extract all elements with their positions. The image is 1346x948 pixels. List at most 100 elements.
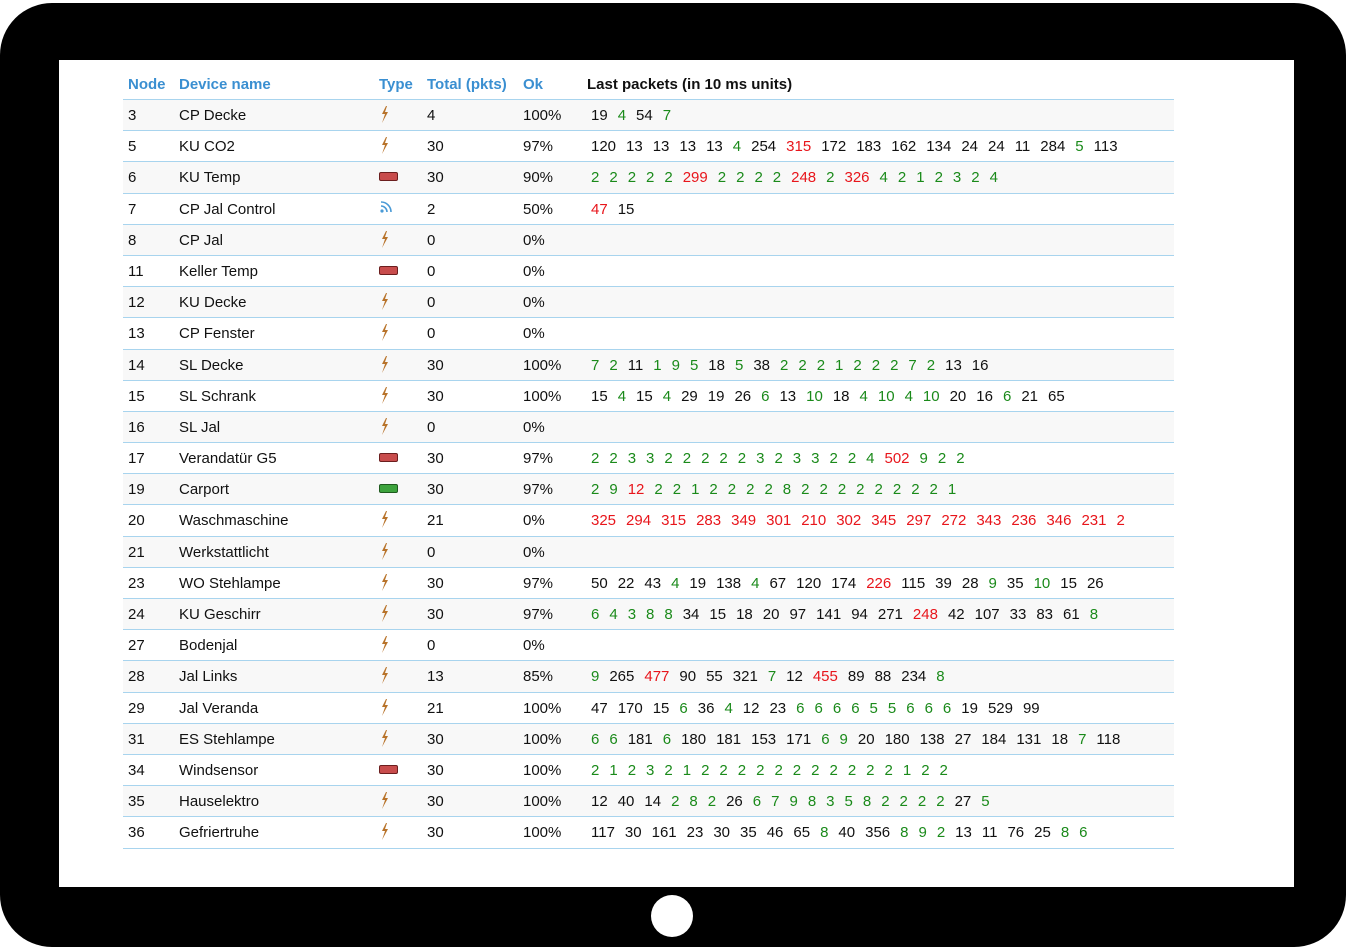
device-name-cell: Jal Links (179, 668, 238, 686)
packet-value: 9 (671, 356, 680, 374)
packet-value: 4 (724, 699, 733, 717)
packet-value: 4 (662, 387, 672, 405)
header-type[interactable]: Type (379, 76, 413, 93)
table-row[interactable]: 28 Jal Links 13 85% 9 265 477 90 55 321 7 12 455 89 88… (123, 661, 1174, 693)
total-cell: 0 (427, 325, 436, 343)
ok-cell: 100% (523, 699, 562, 717)
packet-value: 321 (732, 668, 758, 686)
device-name-cell: SL Jal (179, 418, 221, 436)
packet-value: 326 (844, 169, 870, 187)
table-row[interactable]: 13 CP Fenster 0 0% (123, 318, 1174, 350)
packet-value: 2 (627, 169, 637, 187)
packet-value: 2 (829, 450, 838, 468)
table-row[interactable]: 7 CP Jal Control 2 50% 47 15 (123, 194, 1174, 225)
table-row[interactable]: 3 CP Decke 4 100% 19 4 54 7 (123, 100, 1174, 132)
ok-cell: 97% (523, 138, 554, 156)
bolt-icon (379, 324, 390, 345)
packet-value: 2 (591, 481, 600, 499)
packet-value: 2 (917, 793, 927, 811)
table-row[interactable]: 24 KU Geschirr 30 97% 6 4 3 8 8 34 15 18 20 97 141 94 27… (123, 599, 1174, 631)
packet-value: 26 (1086, 574, 1104, 592)
total-cell: 30 (427, 761, 444, 779)
packet-value: 2 (754, 169, 763, 187)
table-row[interactable]: 20 Waschmaschine 21 0% 325 294 315 283 349 301 210… (123, 505, 1174, 537)
table-row[interactable]: 35 Hauselektro 30 100% 12 40 14 2 8 2 26 6 7 9 8 3 5 8 2 2 2… (123, 786, 1174, 818)
packet-value: 3 (756, 450, 765, 468)
table-row[interactable]: 27 Bodenjal 0 0% (123, 630, 1174, 662)
table-row[interactable]: 23 WO Stehlampe 30 97% 50 22 43 4 19 138 4 67 120 174… (123, 568, 1174, 599)
last-packets-cell: 9 265 477 90 55 321 7 12 455 89 88 234 8 (591, 668, 1174, 685)
packet-value: 455 (812, 668, 838, 686)
table-row[interactable]: 15 SL Schrank 30 100% 15 4 15 4 29 19 26 6 13 10 18 4 10… (123, 381, 1174, 412)
table-row[interactable]: 31 ES Stehlampe 30 100% 6 6 181 6 180 181 153 171 6 9… (123, 723, 1174, 755)
packet-value: 2 (847, 761, 857, 779)
table-row[interactable]: 8 CP Jal 0 0% (123, 224, 1174, 256)
last-packets-cell: 50 22 43 4 19 138 4 67 120 174 226 115 39 28 9 35 10 15 26 (591, 575, 1174, 592)
table-row[interactable]: 16 SL Jal 0 0% (123, 411, 1174, 444)
table-row[interactable]: 19 Carport 30 97% 2 9 12 2 2 1 2 2 2 2 8 2 2 2 2 2 2 2 2 1 (123, 474, 1174, 506)
ok-cell: 100% (523, 761, 562, 779)
table-row[interactable]: 17 Verandatür G5 30 97% 2 2 3 3 2 2 2 2 2 3 2 3 3 2 2 4 502 9… (123, 443, 1174, 475)
total-cell: 30 (427, 450, 444, 468)
packet-value: 6 (942, 699, 952, 717)
node-cell: 35 (128, 793, 145, 811)
header-device-name[interactable]: Device name (179, 76, 271, 93)
ok-cell: 0% (523, 637, 545, 655)
table-row[interactable]: 21 Werkstattlicht 0 0% (123, 536, 1174, 568)
table-row[interactable]: 5 KU CO2 30 97% 120 13 13 13 13 4 254 315 172 183 162 1… (123, 131, 1174, 163)
last-packets-cell: 325 294 315 283 349 301 210 302 345 297 272 343 236 3… (591, 512, 1174, 529)
device-name-cell: KU Decke (179, 294, 247, 312)
packet-value: 299 (682, 169, 708, 187)
home-button[interactable] (651, 895, 693, 937)
packet-value: 2 (897, 169, 907, 187)
packet-value: 20 (857, 730, 875, 748)
bolt-icon (379, 823, 390, 844)
device-name-cell: KU Temp (179, 169, 241, 187)
total-cell: 30 (427, 387, 444, 405)
packet-value: 43 (644, 574, 662, 592)
packet-value: 8 (646, 606, 655, 623)
ok-cell: 0% (523, 418, 545, 436)
node-cell: 21 (128, 543, 145, 561)
packet-value: 8 (820, 824, 829, 842)
node-cell: 27 (128, 637, 145, 655)
total-cell: 0 (427, 543, 436, 561)
last-packets-cell: 12 40 14 2 8 2 26 6 7 9 8 3 5 8 2 2 2 2 27 5 (591, 793, 1174, 810)
packet-value: 2 (921, 761, 930, 779)
packet-value: 294 (626, 512, 652, 530)
table-row[interactable]: 14 SL Decke 30 100% 7 2 11 1 9 5 18 5 38 2 2 2 1 2 2 2 7 2 13 1… (123, 349, 1174, 381)
ok-cell: 100% (523, 793, 562, 811)
packet-value: 61 (1063, 606, 1080, 623)
header-total[interactable]: Total (pkts) (427, 76, 507, 93)
total-cell: 30 (427, 138, 444, 156)
packet-value: 180 (884, 730, 910, 748)
packet-value: 2 (811, 761, 820, 779)
table-row[interactable]: 29 Jal Veranda 21 100% 47 170 15 6 36 4 12 23 6 6 6 6 5 5… (123, 693, 1174, 724)
packet-value: 18 (832, 387, 850, 405)
packet-value: 5 (887, 699, 897, 717)
last-packets-cell: 21232122222222222122 (591, 762, 1174, 779)
ok-cell: 0% (523, 231, 545, 249)
packet-value: 4 (866, 450, 875, 468)
packet-value: 231 (1081, 512, 1107, 530)
packet-value: 35 (1006, 574, 1024, 592)
header-ok[interactable]: Ok (523, 76, 543, 93)
battery-red-icon (379, 449, 398, 466)
packet-value: 529 (987, 699, 1013, 717)
packet-value: 8 (664, 606, 673, 623)
table-row[interactable]: 36 Gefriertruhe 30 100% 117 30 161 23 30 35 46 65 8 4… (123, 817, 1174, 849)
packet-value: 67 (769, 574, 787, 592)
table-row[interactable]: 34 Windsensor 30 100% 2 1 2 3 2 1 2 2 2 2 2 2 2 2 2 2 2 1 2 2 (123, 755, 1174, 787)
table-row[interactable]: 11 Keller Temp 0 0% (123, 256, 1174, 288)
header-node[interactable]: Node (128, 76, 166, 93)
packet-value: 3 (952, 169, 962, 187)
total-cell: 30 (427, 730, 444, 748)
packet-value: 6 (796, 699, 805, 717)
table-row[interactable]: 12 KU Decke 0 0% (123, 287, 1174, 319)
packet-value: 6 (814, 699, 823, 717)
total-cell: 0 (427, 637, 436, 655)
device-name-cell: CP Decke (179, 107, 247, 124)
packet-value: 83 (1036, 606, 1054, 623)
table-row[interactable]: 6 KU Temp 30 90% 2 2 2 2 2 299 2 2 2 2 248 2 326 4 2 1 2 3 2 4 (123, 162, 1174, 194)
total-cell: 0 (427, 418, 436, 436)
